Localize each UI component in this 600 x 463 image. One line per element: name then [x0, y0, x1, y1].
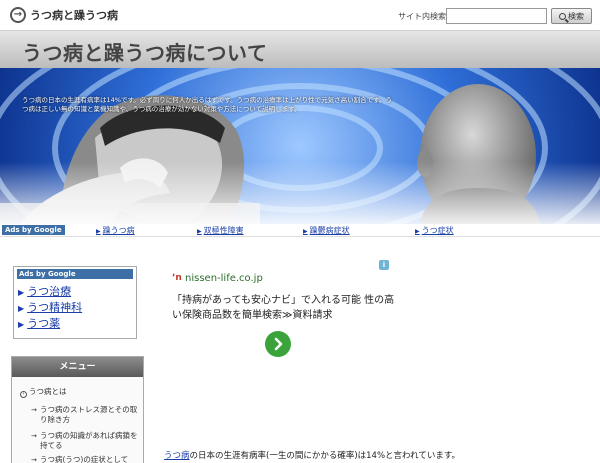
site-logo[interactable]: → うつ病と躁うつ病 — [10, 7, 118, 23]
nav-link-3[interactable]: ▶ 躁鬱病症状 — [303, 225, 350, 236]
ads-by-google-label[interactable]: Ads by Google — [2, 225, 65, 235]
triangle-right-icon: ▶ — [197, 228, 202, 235]
menu-subitem-2[interactable]: → うつ病の知識があれば病鎖を持てる — [31, 431, 140, 451]
sidebar-menu: メニュー › うつ病とは → うつ病のストレス源とその取り除き方 → うつ病の知識があ… — [11, 356, 144, 463]
sidebar-ad-link-1[interactable]: ▶ うつ治療 — [18, 283, 71, 299]
triangle-right-icon: ▶ — [96, 228, 101, 235]
nav-link-1[interactable]: ▶ 躁うつ病 — [96, 225, 135, 236]
arrow-circle-icon: → — [10, 7, 26, 23]
nav-link-4[interactable]: ▶ うつ症状 — [415, 225, 454, 236]
menu-title: メニュー — [12, 357, 143, 377]
intro-paragraph: うつ病の日本の生涯有病率(一生の間にかかる確率)は14%と言われています。 — [164, 451, 461, 461]
menu-item-utsubyo[interactable]: › うつ病とは — [20, 387, 67, 398]
nav-bar: Ads by Google ▶ 躁うつ病 ▶ 双極性障害 ▶ 躁鬱病症状 ▶ うつ症状 — [0, 224, 600, 237]
triangle-right-icon: ▶ — [303, 228, 308, 235]
arrow-right-icon: → — [31, 432, 37, 440]
header-band: うつ病と躁うつ病について — [0, 30, 600, 68]
triangle-right-icon: ▶ — [415, 228, 420, 235]
ad-domain-link[interactable]: nissen-life.co.jp — [185, 273, 263, 284]
triangle-right-icon: ▶ — [18, 288, 25, 297]
banner-intro-text: うつ病の日本の生涯有病率は14%です。必ず周りに何人か出るはずです。うつ病の治療… — [22, 96, 392, 113]
banner-image — [0, 68, 600, 224]
nav-link-2[interactable]: ▶ 双極性障害 — [197, 225, 244, 236]
info-icon[interactable]: i — [379, 260, 389, 270]
search-label: サイト内検索: — [398, 12, 449, 21]
sidebar-ads-by-google-label[interactable]: Ads by Google — [17, 269, 133, 279]
menu-subitem-3[interactable]: → うつ病(うつ)の症状として — [31, 455, 140, 463]
chevron-right-icon — [274, 337, 283, 351]
search-button-label: 検索 — [568, 11, 584, 21]
sidebar-ad-link-3[interactable]: ▶ うつ薬 — [18, 315, 60, 331]
menu-subitem-1[interactable]: → うつ病のストレス源とその取り除き方 — [31, 405, 140, 425]
sidebar-ad-link-2[interactable]: ▶ うつ精神科 — [18, 299, 82, 315]
triangle-right-icon: ▶ — [18, 304, 25, 313]
search-button[interactable]: 検索 — [551, 8, 592, 24]
search-input[interactable] — [446, 8, 547, 24]
arrow-right-icon: → — [31, 456, 37, 463]
site-name: うつ病と躁うつ病 — [30, 9, 118, 22]
keyword-link[interactable]: うつ病 — [164, 451, 190, 461]
top-bar: → うつ病と躁うつ病 サイト内検索: 検索 — [0, 0, 600, 30]
ad-go-button[interactable] — [265, 331, 291, 357]
arrow-circle-icon: › — [20, 391, 27, 398]
arrow-right-icon: → — [31, 406, 37, 414]
page-title: うつ病と躁うつ病について — [22, 41, 268, 65]
sidebar-ad-box: Ads by Google ▶ うつ治療 ▶ うつ精神科 ▶ うつ薬 — [13, 266, 137, 339]
ad-text[interactable]: 「持病があっても安心ナビ」で入れる可能 性の高い保険商品数を簡単検索≫資料請求 — [172, 293, 402, 323]
banner: うつ病の日本の生涯有病率は14%です。必ず周りに何人か出るはずです。うつ病の治療… — [0, 68, 600, 224]
magnifier-icon — [559, 12, 566, 20]
triangle-right-icon: ▶ — [18, 320, 25, 329]
ad-source-icon: ʼn — [172, 273, 182, 283]
